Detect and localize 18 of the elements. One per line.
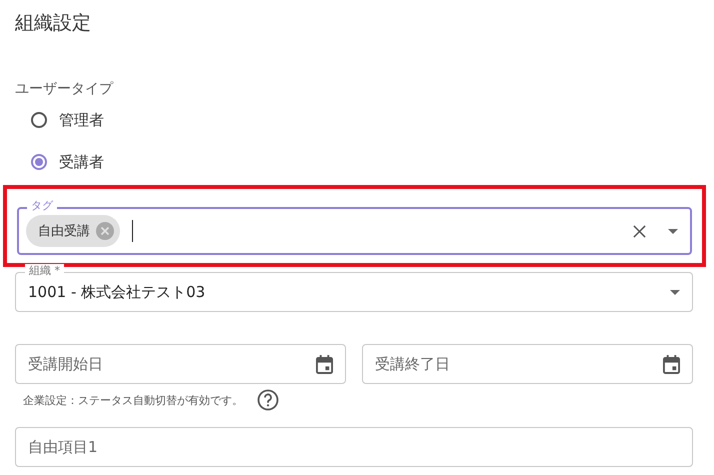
field-label: タグ	[27, 199, 57, 212]
radio-option[interactable]: 管理者	[31, 110, 714, 130]
help-icon[interactable]	[257, 389, 279, 411]
dropdown-icon[interactable]	[670, 290, 680, 294]
note-text: 企業設定：ステータス自動切替が有効です。	[23, 392, 243, 408]
radio-option[interactable]: 受講者	[31, 152, 714, 172]
page-title: 組織設定	[15, 11, 92, 36]
date-field[interactable]: 受講開始日	[15, 344, 346, 384]
clear-icon[interactable]	[633, 224, 646, 238]
field-label: 組織 *	[25, 264, 64, 277]
free-item-field[interactable]: 自由項目1	[15, 427, 693, 467]
text-cursor	[132, 220, 133, 242]
dropdown-icon[interactable]	[668, 228, 678, 234]
calendar-icon[interactable]	[663, 354, 680, 374]
section-label: ユーザータイプ	[15, 80, 114, 98]
date-field[interactable]: 受講終了日	[362, 344, 693, 384]
calendar-icon[interactable]	[316, 354, 333, 374]
tag-chip[interactable]: 自由受講	[26, 215, 120, 247]
